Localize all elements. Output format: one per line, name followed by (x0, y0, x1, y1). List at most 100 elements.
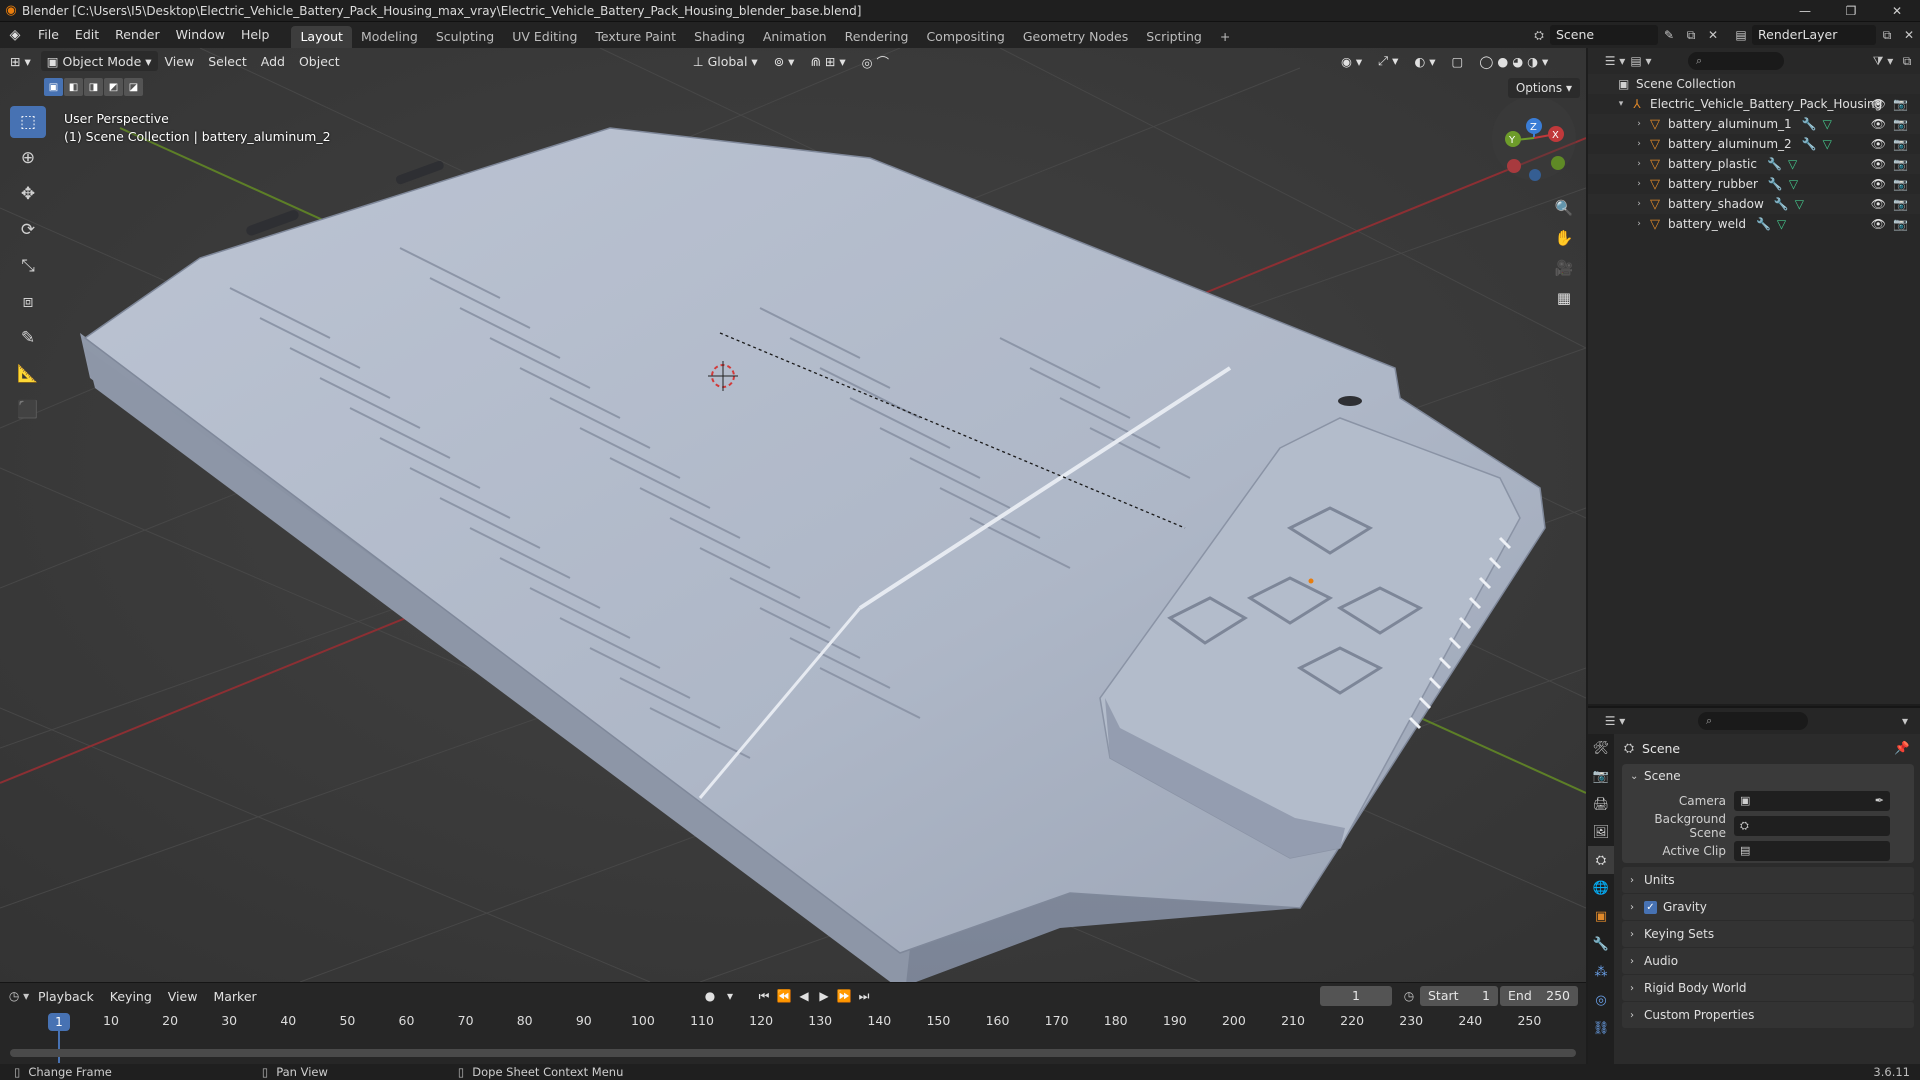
editor-type-menu[interactable]: ⊞ ▾ (4, 51, 37, 71)
select-invert-icon[interactable]: ◩ (104, 78, 123, 96)
select-intersect-icon[interactable]: ◪ (124, 78, 143, 96)
visibility-eye-icon[interactable]: 👁 (1871, 97, 1886, 111)
delete-view-layer-icon[interactable]: ✕ (1898, 25, 1920, 45)
select-extend-icon[interactable]: ◧ (64, 78, 83, 96)
expand-caret-icon[interactable]: › (1632, 179, 1646, 189)
mesh-data-icon[interactable]: ▽ (1823, 117, 1832, 131)
units-panel[interactable]: › Units (1622, 867, 1914, 893)
3d-viewport[interactable]: Z X Y ⊞ ▾ ▣ Object Mode ▾ View Select Ad… (0, 48, 1586, 982)
mesh-data-icon[interactable]: ▽ (1777, 217, 1786, 231)
menu-file[interactable]: File (30, 22, 67, 48)
measure-tool-icon[interactable]: 📐 (10, 358, 46, 390)
expand-caret-icon[interactable]: › (1632, 199, 1646, 209)
camera-field[interactable]: ▣ ✒ (1734, 790, 1890, 811)
record-options-icon[interactable]: ▾ (720, 986, 740, 1006)
timeline-editor[interactable]: ◷ ▾ Playback Keying View Marker ● ▾ ⏮ ⏪ … (0, 982, 1586, 1064)
clock-icon[interactable]: ◷ (1398, 986, 1420, 1006)
play-icon[interactable]: ▶ (814, 986, 834, 1006)
outliner-editor-type-icon[interactable]: ☰ ▾ (1604, 51, 1626, 71)
end-frame-field[interactable]: End 250 (1500, 986, 1578, 1006)
xray-icon[interactable]: ▢ (1446, 51, 1470, 71)
expand-caret-icon[interactable]: › (1632, 219, 1646, 229)
tab-modeling[interactable]: Modeling (352, 26, 427, 48)
menu-window[interactable]: Window (168, 22, 233, 48)
visibility-icon[interactable]: ◉ ▾ (1335, 51, 1368, 71)
transform-tool-icon[interactable]: ⧈ (10, 286, 46, 318)
select-box-tool-icon[interactable]: ⬚ (10, 106, 46, 138)
timeline-editor-type-icon[interactable]: ◷ ▾ (8, 986, 30, 1006)
outliner-row-object[interactable]: › ▽ battery_rubber 🔧 ▽ 👁 📷 (1588, 174, 1920, 194)
scene-type-icon[interactable]: ⛭ (1528, 25, 1550, 45)
outliner-row-object[interactable]: › ▽ battery_aluminum_2 🔧 ▽ 👁 📷 (1588, 134, 1920, 154)
tab-sculpting[interactable]: Sculpting (427, 26, 503, 48)
display-mode-icon[interactable]: ▤ ▾ (1630, 51, 1652, 71)
outliner-row-collection[interactable]: ▾ ⅄ Electric_Vehicle_Battery_Pack_Housin… (1588, 94, 1920, 114)
shading-modes-icon[interactable]: ◯ ● ◕ ◑ ▾ (1473, 51, 1554, 71)
next-keyframe-icon[interactable]: ⏩ (834, 986, 854, 1006)
current-frame-field[interactable]: 1 (1320, 986, 1392, 1006)
modifier-icon[interactable]: 🔧 (1756, 217, 1771, 231)
tab-shading[interactable]: Shading (685, 26, 754, 48)
gizmo-toggle-icon[interactable]: ⤢ ▾ (1372, 51, 1404, 71)
viewport-scene[interactable]: Z X Y (0, 48, 1586, 982)
gravity-panel[interactable]: › ✓ Gravity (1622, 894, 1914, 920)
minimize-icon[interactable]: — (1782, 0, 1828, 22)
jump-start-icon[interactable]: ⏮ (754, 986, 774, 1006)
menu-add[interactable]: Add (254, 54, 292, 69)
visibility-eye-icon[interactable]: 👁 (1871, 217, 1886, 231)
outliner-row-scene-collection[interactable]: ▣ Scene Collection (1588, 74, 1920, 94)
blender-menu-icon[interactable]: ◈ (0, 22, 30, 48)
tab-geometry-nodes[interactable]: Geometry Nodes (1014, 26, 1137, 48)
ortho-grid-icon[interactable]: ▦ (1550, 284, 1578, 312)
select-subtract-icon[interactable]: ◨ (84, 78, 103, 96)
modifier-icon[interactable]: 🔧 (1768, 177, 1783, 191)
physics-tab-icon[interactable]: ◎ (1588, 986, 1614, 1014)
visibility-eye-icon[interactable]: 👁 (1871, 117, 1886, 131)
timeline-scrollbar[interactable] (10, 1049, 1576, 1057)
select-new-icon[interactable]: ▣ (44, 78, 63, 96)
tab-rendering[interactable]: Rendering (836, 26, 918, 48)
play-reverse-icon[interactable]: ◀ (794, 986, 814, 1006)
timeline-ruler[interactable]: 10 20 30 40 50 60 70 80 90 100 110 120 130 140 150 160 1… (0, 1013, 1586, 1033)
delete-scene-icon[interactable]: ✕ (1702, 25, 1724, 45)
render-tab-icon[interactable]: 📷 (1588, 762, 1614, 790)
mesh-data-icon[interactable]: ▽ (1823, 137, 1832, 151)
proportional-edit-icon[interactable]: ◎ ⌒ (856, 51, 895, 71)
new-scene-icon[interactable]: ⧉ (1680, 25, 1702, 45)
menu-timeline-view[interactable]: View (160, 989, 206, 1004)
tab-compositing[interactable]: Compositing (917, 26, 1013, 48)
scene-panel-header[interactable]: ⌄ Scene (1622, 764, 1914, 788)
pivot-point-icon[interactable]: ⊚ ▾ (768, 51, 801, 71)
expand-caret-icon[interactable]: › (1632, 159, 1646, 169)
mode-selector[interactable]: ▣ Object Mode ▾ (40, 51, 158, 71)
annotate-tool-icon[interactable]: ✎ (10, 322, 46, 354)
camera-view-icon[interactable]: 🎥 (1550, 254, 1578, 282)
menu-view[interactable]: View (158, 54, 202, 69)
maximize-icon[interactable]: ❐ (1828, 0, 1874, 22)
menu-select[interactable]: Select (201, 54, 254, 69)
properties-search-input[interactable]: ⌕ (1698, 712, 1808, 730)
transform-orientation[interactable]: ⊥ Global ▾ (687, 51, 764, 71)
keying-sets-panel[interactable]: › Keying Sets (1622, 921, 1914, 947)
tab-animation[interactable]: Animation (754, 26, 836, 48)
modifier-icon[interactable]: 🔧 (1802, 137, 1817, 151)
particles-tab-icon[interactable]: ⁂ (1588, 958, 1614, 986)
visibility-eye-icon[interactable]: 👁 (1871, 157, 1886, 171)
zoom-icon[interactable]: 🔍 (1550, 194, 1578, 222)
prev-keyframe-icon[interactable]: ⏪ (774, 986, 794, 1006)
mesh-data-icon[interactable]: ▽ (1789, 177, 1798, 191)
menu-edit[interactable]: Edit (67, 22, 107, 48)
custom-properties-panel[interactable]: › Custom Properties (1622, 1002, 1914, 1028)
modifier-icon[interactable]: 🔧 (1802, 117, 1817, 131)
modifier-tab-icon[interactable]: 🔧 (1588, 930, 1614, 958)
outliner[interactable]: ☰ ▾ ▤ ▾ ⌕ ⧩ ▾ ⧉ ▣ Scene Collection ▾ ⅄ E… (1588, 48, 1920, 704)
view-layer-field[interactable]: RenderLayer (1752, 25, 1876, 45)
object-tab-icon[interactable]: ▣ (1588, 902, 1614, 930)
playhead[interactable]: 1 (48, 1013, 70, 1031)
outliner-row-object[interactable]: › ▽ battery_weld 🔧 ▽ 👁 📷 (1588, 214, 1920, 234)
close-icon[interactable]: ✕ (1874, 0, 1920, 22)
outliner-row-object[interactable]: › ▽ battery_aluminum_1 🔧 ▽ 👁 📷 (1588, 114, 1920, 134)
filter-icon[interactable]: ⧩ ▾ (1872, 51, 1894, 71)
render-camera-icon[interactable]: 📷 (1893, 117, 1908, 131)
modifier-icon[interactable]: 🔧 (1774, 197, 1789, 211)
